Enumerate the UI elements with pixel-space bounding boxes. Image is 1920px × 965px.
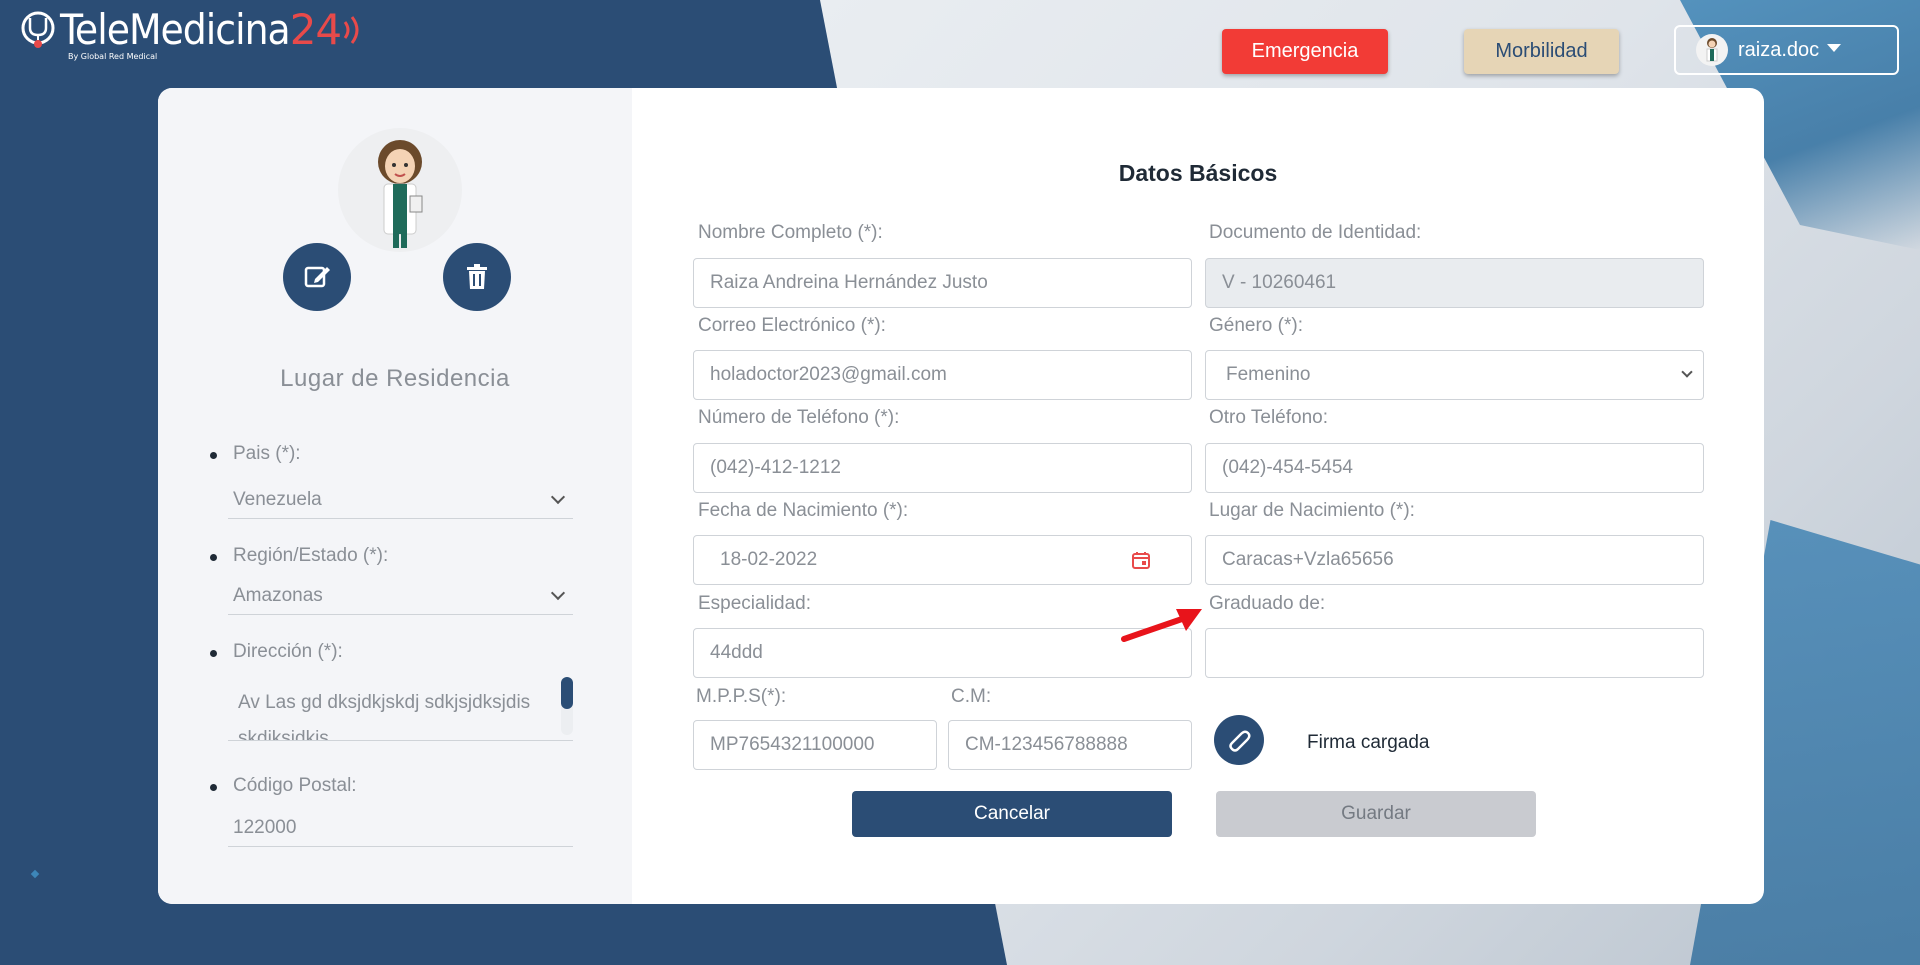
postal-label: Código Postal: — [233, 775, 357, 796]
decorative-dot — [30, 869, 40, 879]
birth-date-input[interactable]: 18-02-2022 — [693, 535, 1192, 585]
country-label: Pais (*): — [233, 443, 301, 464]
red-arrow-annotation — [1121, 609, 1202, 642]
emergency-button[interactable]: Emergencia — [1222, 29, 1388, 74]
region-value: Amazonas — [233, 584, 323, 606]
id-document-input: V - 10260461 — [1205, 258, 1704, 308]
postal-value: 122000 — [233, 816, 297, 838]
app-logo[interactable]: TeleMedicina 24 By Global Red Medical — [16, 5, 365, 61]
cm-input[interactable]: CM-123456788888 — [948, 720, 1192, 770]
edit-photo-button[interactable] — [283, 243, 351, 311]
basic-data-panel: Datos Básicos — [632, 88, 1764, 904]
birth-place-input[interactable]: Caracas+Vzla65656 — [1205, 535, 1704, 585]
phone-label: Número de Teléfono (*): — [698, 407, 900, 428]
delete-photo-button[interactable] — [443, 243, 511, 311]
signature-status: Firma cargada — [1307, 732, 1430, 753]
graduated-label: Graduado de: — [1209, 593, 1326, 614]
region-label: Región/Estado (*): — [233, 545, 389, 566]
logo-number: 24 — [289, 5, 342, 54]
address-value: Av Las gd dksjdkjskdj sdkjsjdksjdis skdj… — [238, 692, 531, 741]
country-item: Pais (*): Venezuela — [210, 443, 573, 519]
residence-panel: Lugar de Residencia Pais (*): Venezuela … — [158, 88, 632, 904]
chevron-down-icon — [550, 585, 566, 600]
save-button[interactable]: Guardar — [1216, 791, 1536, 837]
full-name-input[interactable]: Raiza Andreina Hernández Justo — [693, 258, 1192, 308]
calendar-icon[interactable] — [1131, 550, 1151, 570]
birth-place-label: Lugar de Nacimiento (*): — [1209, 500, 1415, 521]
gender-label: Género (*): — [1209, 315, 1303, 336]
postal-item: Código Postal: 122000 — [210, 775, 573, 847]
specialty-label: Especialidad: — [698, 593, 812, 614]
id-document-label: Documento de Identidad: — [1209, 222, 1422, 243]
full-name-label: Nombre Completo (*): — [698, 222, 883, 243]
signal-waves-icon — [343, 16, 359, 44]
cm-value: CM-123456788888 — [965, 734, 1128, 755]
chevron-down-icon — [550, 489, 566, 504]
attach-signature-button[interactable] — [1214, 715, 1264, 765]
country-select[interactable]: Venezuela — [228, 481, 573, 519]
birth-date-label: Fecha de Nacimiento (*): — [698, 500, 909, 521]
address-scrollbar[interactable] — [561, 677, 573, 735]
address-textarea[interactable]: Av Las gd dksjdkjskdj sdkjsjdksjdis skdj… — [228, 677, 573, 741]
residence-title: Lugar de Residencia — [280, 365, 510, 392]
chevron-down-icon — [1681, 366, 1693, 378]
full-name-value: Raiza Andreina Hernández Justo — [710, 272, 988, 293]
logo-text: TeleMedicina — [60, 5, 291, 54]
doctor-avatar-icon — [378, 140, 423, 248]
phone-value: (042)-412-1212 — [710, 457, 841, 478]
email-label: Correo Electrónico (*): — [698, 315, 886, 336]
username-label: raiza.doc — [1738, 38, 1820, 61]
edit-icon — [304, 266, 330, 288]
profile-card: Lugar de Residencia Pais (*): Venezuela … — [158, 88, 1764, 904]
scrollbar-thumb[interactable] — [561, 677, 573, 709]
graduated-input[interactable] — [1205, 628, 1704, 678]
postal-input[interactable]: 122000 — [228, 809, 573, 847]
country-value: Venezuela — [233, 488, 322, 510]
region-item: Región/Estado (*): Amazonas — [210, 545, 573, 615]
gender-value: Femenino — [1226, 364, 1311, 385]
user-menu-dropdown[interactable]: raiza.doc — [1674, 25, 1899, 75]
other-phone-label: Otro Teléfono: — [1209, 407, 1329, 428]
caret-down-icon — [1827, 44, 1842, 52]
trash-icon — [467, 264, 487, 289]
profile-picture — [338, 128, 462, 252]
other-phone-input[interactable]: (042)-454-5454 — [1205, 443, 1704, 493]
residence-fields: Pais (*): Venezuela Región/Estado (*): A… — [210, 443, 573, 847]
specialty-value: 44ddd — [710, 642, 763, 663]
address-item: Dirección (*): Av Las gd dksjdkjskdj sdk… — [210, 641, 573, 741]
phone-input[interactable]: (042)-412-1212 — [693, 443, 1192, 493]
cm-label: C.M: — [951, 686, 992, 707]
address-label: Dirección (*): — [233, 641, 343, 662]
email-input[interactable]: holadoctor2023@gmail.com — [693, 350, 1192, 400]
birth-date-value: 18-02-2022 — [720, 549, 818, 570]
form-title: Datos Básicos — [1118, 160, 1278, 186]
region-select[interactable]: Amazonas — [228, 577, 573, 615]
other-phone-value: (042)-454-5454 — [1222, 457, 1353, 478]
email-value: holadoctor2023@gmail.com — [710, 364, 947, 385]
cancel-button[interactable]: Cancelar — [852, 791, 1172, 837]
logo-subtext: By Global Red Medical — [68, 52, 158, 61]
stethoscope-icon — [21, 11, 55, 48]
mpps-label: M.P.P.S(*): — [696, 686, 787, 707]
morbidity-button[interactable]: Morbilidad — [1464, 29, 1619, 74]
gender-select[interactable]: Femenino — [1205, 350, 1704, 400]
avatar — [1696, 34, 1728, 66]
mpps-input[interactable]: MP7654321100000 — [693, 720, 937, 770]
specialty-input[interactable]: 44ddd — [693, 628, 1192, 678]
birth-place-value: Caracas+Vzla65656 — [1222, 549, 1394, 570]
mpps-value: MP7654321100000 — [710, 734, 875, 755]
id-document-value: V - 10260461 — [1222, 272, 1337, 293]
paperclip-icon — [1229, 730, 1251, 752]
